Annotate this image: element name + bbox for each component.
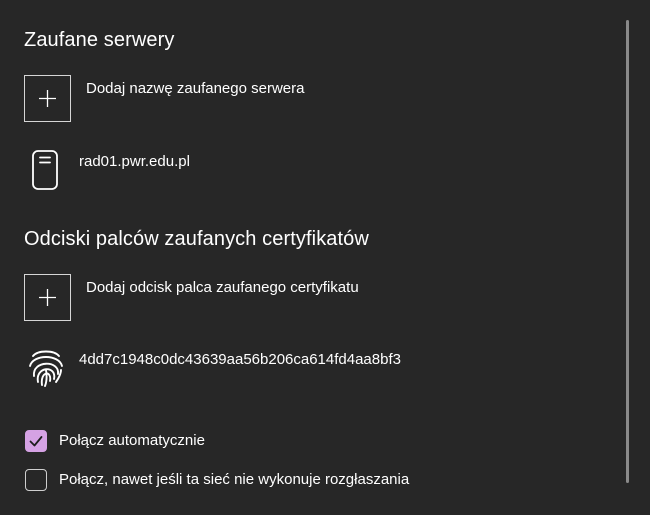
connect-automatically-checkbox[interactable] [25, 430, 47, 452]
connect-hidden-network-checkbox[interactable] [25, 469, 47, 491]
certificate-thumbprint-value: 4dd7c1948c0dc43639aa56b206ca614fd4aa8bf3 [79, 351, 401, 368]
plus-icon [25, 275, 70, 320]
trusted-server-name: rad01.pwr.edu.pl [79, 153, 190, 170]
add-certificate-thumbprint-button[interactable] [24, 274, 71, 321]
plus-icon [25, 76, 70, 121]
add-trusted-server-label[interactable]: Dodaj nazwę zaufanego serwera [86, 80, 304, 97]
certificate-thumbprint-item: 4dd7c1948c0dc43639aa56b206ca614fd4aa8bf3 [24, 340, 484, 390]
checkmark-icon [26, 436, 46, 455]
trusted-server-item: rad01.pwr.edu.pl [24, 142, 484, 192]
add-trusted-server-button[interactable] [24, 75, 71, 122]
vertical-scrollbar[interactable] [626, 20, 629, 483]
fingerprint-icon [26, 346, 66, 388]
add-certificate-thumbprint-label[interactable]: Dodaj odcisk palca zaufanego certyfikatu [86, 279, 359, 296]
server-icon [32, 150, 58, 190]
connect-automatically-label[interactable]: Połącz automatycznie [59, 432, 205, 449]
trusted-servers-title: Zaufane serwery [24, 29, 175, 51]
connect-hidden-network-label[interactable]: Połącz, nawet jeśli ta sieć nie wykonuje… [59, 471, 409, 488]
trusted-certificates-title: Odciski palców zaufanych certyfikatów [24, 228, 369, 250]
